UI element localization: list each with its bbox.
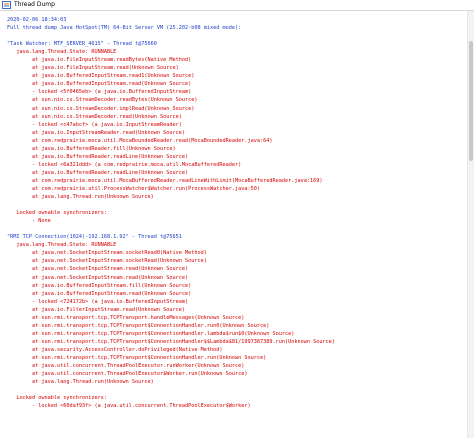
title-bar: Thread Dump (0, 0, 474, 11)
stack-trace-line: at java.io.FileInputStream.readBytes(Nat… (7, 57, 192, 64)
stack-trace-line: - locked <c47abcf> (a java.io.InputStrea… (7, 121, 182, 128)
dump-header-line: 2020-02-06 18:34:03 (7, 17, 67, 23)
stack-trace-line: at java.io.FilterInputStream.read(Unknow… (7, 306, 186, 313)
stack-trace-line: at java.net.SocketInputStream.socketRead… (7, 250, 207, 257)
stack-trace-line: at java.security.AccessController.doPriv… (7, 346, 223, 353)
stack-trace-line: - locked <60daf93f> (a java.util.concurr… (7, 403, 251, 410)
stack-trace-line: - None (7, 218, 51, 225)
scrollbar-thumb[interactable] (469, 41, 473, 161)
stack-trace-line: at java.io.FileInputStream.read(Unknown … (7, 65, 179, 72)
stack-trace-line: at java.io.BufferedReader.fill(Unknown S… (7, 145, 176, 152)
stack-trace-line: at sun.rmi.transport.tcp.TCPTransport.ha… (7, 314, 245, 321)
stack-trace-line: at sun.nio.cs.StreamDecoder.readBytes(Un… (7, 97, 198, 104)
stack-trace-line: at sun.rmi.transport.tcp.TCPTransport$Co… (7, 338, 335, 345)
thread-dump-text[interactable]: 2020-02-06 18:34:03 Full thread dump Java… (7, 16, 474, 438)
stack-trace-line: at com.redprairie.moca.util.MocaBoundedR… (7, 137, 273, 144)
stack-trace-line: Locked ownable synchronizers: (7, 210, 107, 217)
stack-trace-line: at sun.rmi.transport.tcp.TCPTransport$Co… (7, 354, 267, 361)
stack-trace-line: at java.util.concurrent.ThreadPoolExecut… (7, 371, 248, 378)
stack-trace-line: at java.lang.Thread.run(Unknown Source) (7, 379, 154, 386)
vertical-scrollbar[interactable] (467, 11, 474, 438)
stack-trace-line: java.lang.Thread.State: RUNNABLE (7, 49, 117, 56)
stack-trace-line: at java.net.SocketInputStream.read(Unkno… (7, 266, 189, 273)
stack-trace-line: - locked <6a321ddd> (a com.redprairie.mo… (7, 161, 242, 168)
stack-trace-line: - locked <5f0465eb> (a java.io.BufferedI… (7, 89, 192, 96)
stack-trace-line: Locked ownable synchronizers: (7, 395, 107, 402)
stack-trace-line: at java.io.BufferedReader.readLine(Unkno… (7, 153, 189, 160)
stack-trace-line: at sun.nio.cs.StreamDecoder.read(Unknown… (7, 113, 182, 120)
stack-trace-line: at com.redprairie.moca.util.MocaBuffered… (7, 177, 323, 184)
stack-trace-line: at java.net.SocketInputStream.read(Unkno… (7, 274, 189, 281)
window-title: Thread Dump (14, 1, 55, 8)
thread-dump-window: Thread Dump 2020-02-06 18:34:03 Full thre… (0, 0, 474, 438)
stack-trace-line: at com.redprairie.util.ProcessWatcher$Wa… (7, 185, 260, 192)
stack-trace-line: at java.lang.Thread.run(Unknown Source) (7, 194, 154, 201)
stack-trace-line: at java.io.BufferedInputStream.read(Unkn… (7, 290, 192, 297)
stack-trace-line: at java.io.BufferedInputStream.fill(Unkn… (7, 282, 192, 289)
stack-trace-line: java.lang.Thread.State: RUNNABLE (7, 242, 117, 249)
stack-trace-line: at sun.rmi.transport.tcp.TCPTransport$Co… (7, 330, 295, 337)
stack-trace-line: at java.io.BufferedReader.readLine(Unkno… (7, 169, 189, 176)
dump-header-line: Full thread dump Java HotSpot(TM) 64-Bit… (7, 25, 242, 32)
dump-header-line: "Task Watcher: MTF_SERVER_4615" - Thread… (7, 41, 157, 48)
stack-trace-line: at java.util.concurrent.ThreadPoolExecut… (7, 363, 245, 370)
java-icon (2, 1, 11, 9)
stack-trace-line: at sun.rmi.transport.tcp.TCPTransport$Co… (7, 322, 270, 329)
stack-trace-line: at java.io.BufferedInputStream.read1(Unk… (7, 73, 195, 80)
stack-trace-line: - locked <724172b> (a java.io.BufferedIn… (7, 298, 189, 305)
thread-dump-viewer[interactable]: 2020-02-06 18:34:03 Full thread dump Java… (0, 11, 474, 438)
stack-trace-line: at java.io.InputStreamReader.read(Unknow… (7, 129, 186, 136)
stack-trace-line: at sun.nio.cs.StreamDecoder.implRead(Unk… (7, 105, 195, 112)
stack-trace-line: at java.io.BufferedInputStream.read(Unkn… (7, 81, 192, 88)
dump-header-line: "RMI TCP Connection(1024)-192.168.1.92" … (7, 234, 182, 241)
stack-trace-line: at java.net.SocketInputStream.socketRead… (7, 258, 207, 265)
